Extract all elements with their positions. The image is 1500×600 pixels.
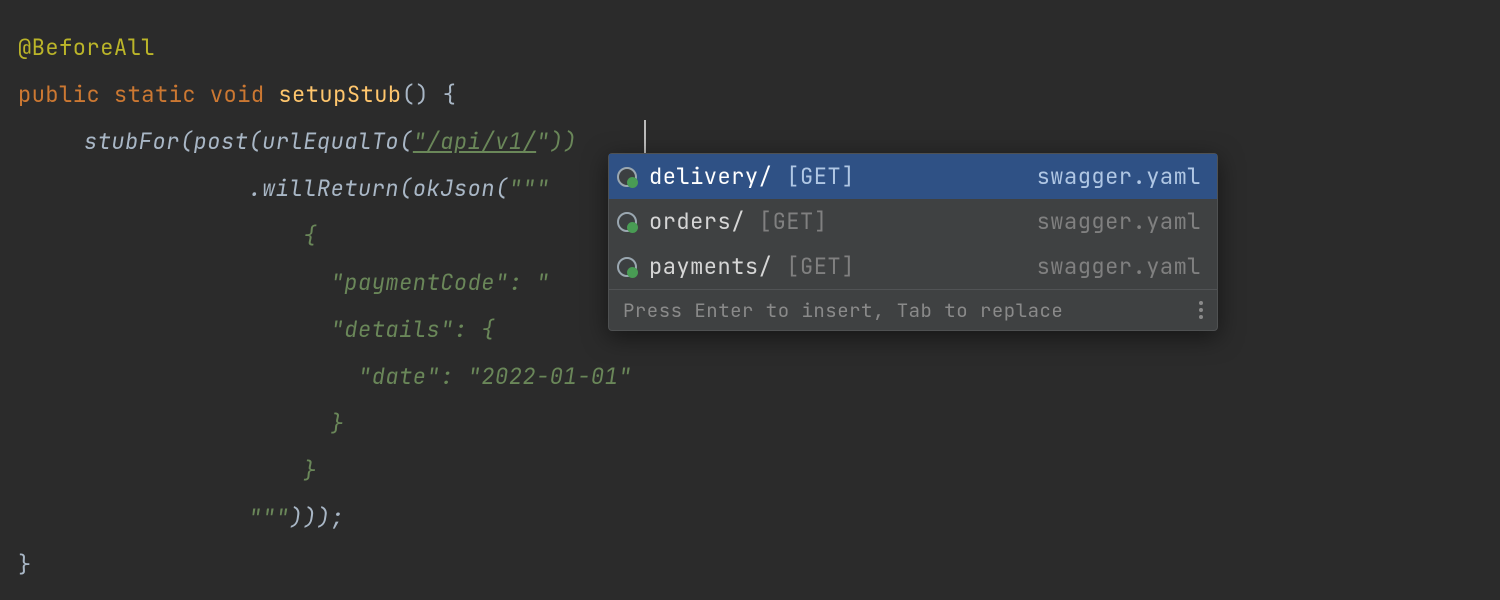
json-line: } (303, 456, 317, 485)
completion-item[interactable]: payments/ [GET] swagger.yaml (609, 244, 1217, 289)
json-line: "paymentCode": " (303, 268, 550, 297)
url-string-literal[interactable]: "/api/v1/ (413, 127, 536, 156)
completion-popup[interactable]: delivery/ [GET] swagger.yaml orders/ [GE… (608, 153, 1218, 331)
completion-name: payments/ (649, 243, 772, 290)
call-willreturn: willReturn (262, 174, 399, 203)
endpoint-icon (617, 167, 637, 187)
triple-quote-close: """ (248, 503, 289, 532)
endpoint-icon (617, 212, 637, 232)
more-icon[interactable] (1199, 301, 1203, 319)
completion-name: delivery/ (649, 153, 772, 200)
method-name: setupStub (278, 80, 401, 109)
completion-source: swagger.yaml (1037, 243, 1201, 290)
completion-source: swagger.yaml (1037, 198, 1201, 245)
call-okjson: okJson (413, 174, 495, 203)
completion-item[interactable]: orders/ [GET] swagger.yaml (609, 199, 1217, 244)
call-urlequalto: urlEqualTo (262, 127, 399, 156)
json-line: { (303, 221, 317, 250)
json-line: "details": { (303, 315, 495, 344)
triple-quote-open: """ (509, 174, 550, 203)
json-line: "date": "2022-01-01" (303, 362, 632, 391)
completion-hint-bar: Press Enter to insert, Tab to replace (609, 289, 1217, 330)
method-close-brace: } (18, 550, 32, 579)
completion-item[interactable]: delivery/ [GET] swagger.yaml (609, 154, 1217, 199)
keyword-public: public (18, 80, 100, 109)
completion-name: orders/ (649, 198, 745, 245)
completion-meta: [GET] (759, 198, 828, 245)
code-editor[interactable]: @BeforeAll public static void setupStub(… (0, 0, 1500, 588)
call-post: post (194, 127, 249, 156)
completion-hint-text: Press Enter to insert, Tab to replace (623, 287, 1063, 334)
json-line: } (303, 409, 344, 438)
call-stubfor: stubFor (84, 127, 180, 156)
completion-meta: [GET] (786, 243, 855, 290)
endpoint-icon (617, 257, 637, 277)
method-parens: () { (402, 80, 457, 109)
annotation: @BeforeAll (18, 33, 155, 62)
completion-meta: [GET] (786, 153, 855, 200)
text-caret (644, 120, 646, 156)
completion-source: swagger.yaml (1037, 153, 1201, 200)
keyword-static: static (114, 80, 196, 109)
keyword-void: void (210, 80, 265, 109)
